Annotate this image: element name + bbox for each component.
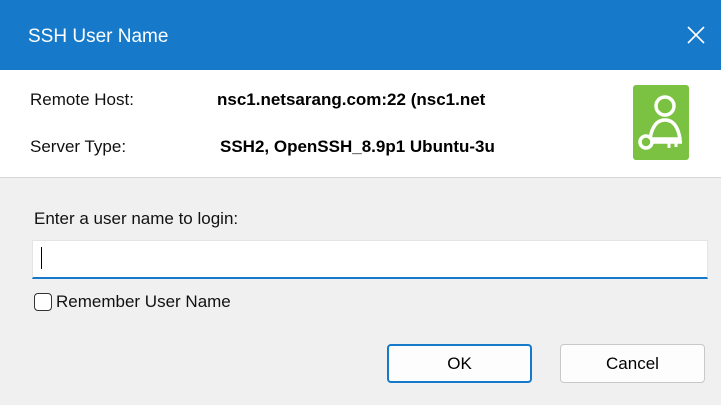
server-type-label: Server Type: xyxy=(30,137,127,156)
close-icon xyxy=(687,26,705,44)
connection-info-panel: Remote Host: nsc1.netsarang.com:22 (nsc1… xyxy=(0,70,721,178)
window-title: SSH User Name xyxy=(28,26,169,47)
username-prompt: Enter a user name to login: xyxy=(34,209,239,228)
remote-host-value: nsc1.netsarang.com:22 (nsc1.net xyxy=(217,90,486,109)
ok-button[interactable]: OK xyxy=(387,344,532,383)
username-input[interactable] xyxy=(32,240,708,279)
close-button[interactable] xyxy=(671,0,721,70)
remote-host-label: Remote Host: xyxy=(30,90,134,109)
remember-user-name-label: Remember User Name xyxy=(56,292,231,311)
cancel-button[interactable]: Cancel xyxy=(560,344,705,383)
ssh-user-name-dialog: SSH User Name Remote Host: nsc1.netsaran… xyxy=(0,0,721,405)
server-type-value: SSH2, OpenSSH_8.9p1 Ubuntu-3u xyxy=(220,137,495,156)
text-caret xyxy=(41,247,42,269)
remember-user-name-checkbox[interactable] xyxy=(34,293,52,311)
title-bar[interactable]: SSH User Name xyxy=(0,0,721,70)
remember-user-name-option[interactable]: Remember User Name xyxy=(34,292,231,312)
user-key-icon xyxy=(633,85,689,160)
